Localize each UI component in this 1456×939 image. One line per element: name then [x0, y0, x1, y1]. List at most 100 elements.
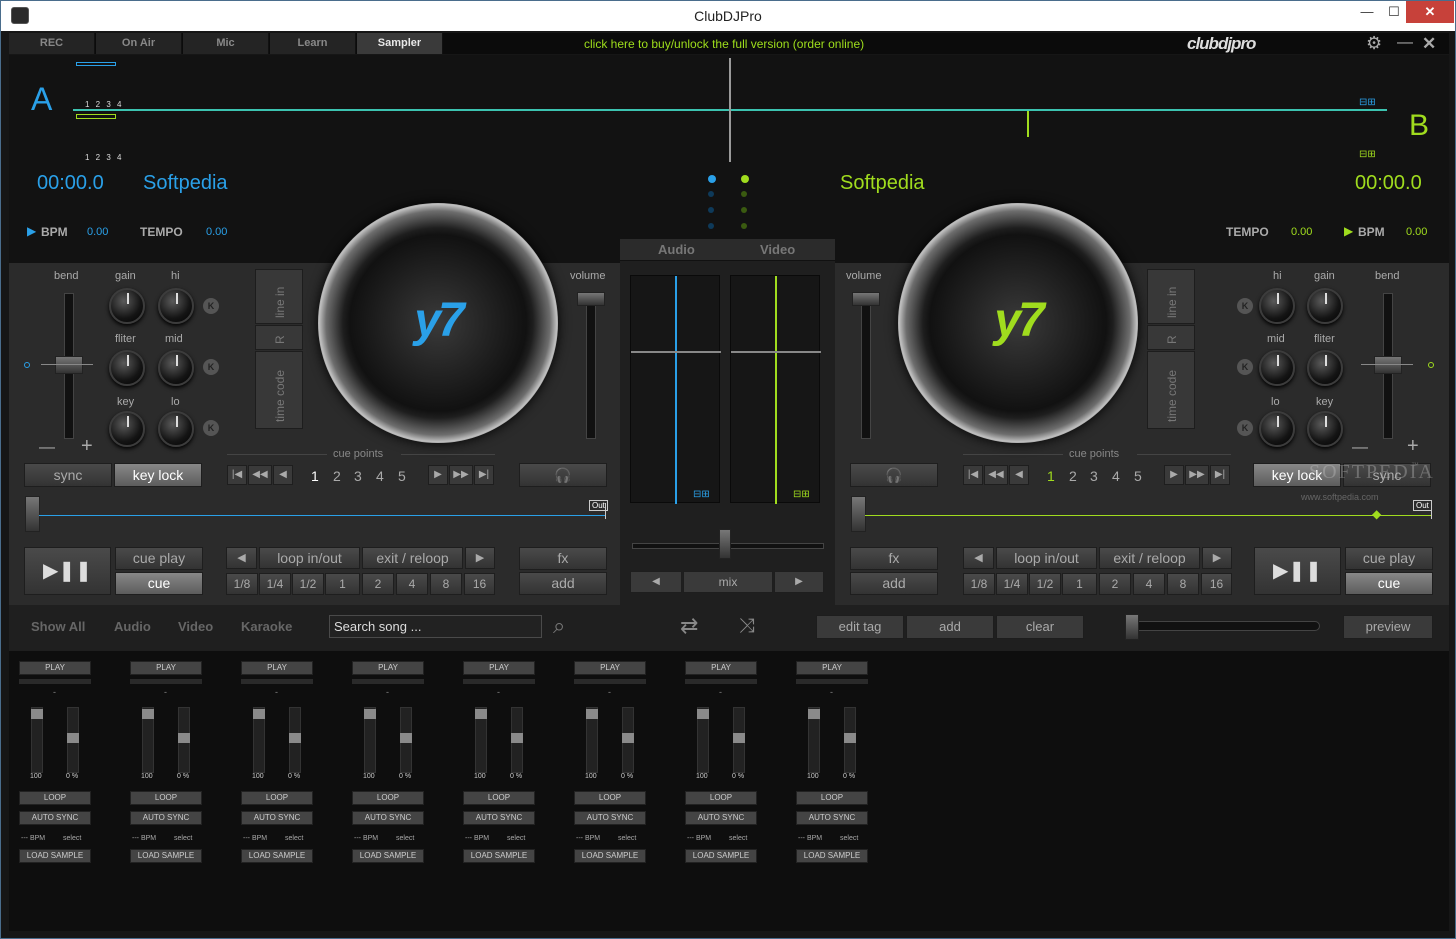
mid-knob-a[interactable]	[158, 350, 194, 386]
sampler-auto-sync-button[interactable]: AUTO SYNC	[796, 811, 868, 825]
loop-next-button-b[interactable]: ▶	[1202, 547, 1232, 569]
cue-point-1-a[interactable]: 1	[311, 468, 319, 484]
cue-last-button-a[interactable]: ▶|	[474, 465, 494, 485]
sampler-load-button[interactable]: LOAD SAMPLE	[796, 849, 868, 863]
library-add-button[interactable]: add	[906, 615, 994, 639]
loop-size-1-b[interactable]: 1	[1062, 573, 1097, 595]
loop-prev-button-b[interactable]: ◀	[963, 547, 994, 569]
cue-point-2-a[interactable]: 2	[333, 468, 341, 484]
cue-next-button-b[interactable]: ▶	[1164, 465, 1184, 485]
sampler-loop-button[interactable]: LOOP	[796, 791, 868, 805]
sampler-play-button[interactable]: PLAY	[685, 661, 757, 675]
sampler-pitch-handle[interactable]	[400, 733, 412, 743]
maximize-button[interactable]: ☐	[1381, 1, 1407, 23]
gain-knob-b[interactable]	[1307, 288, 1343, 324]
volume-slider-a[interactable]	[586, 293, 596, 439]
position-handle-b[interactable]	[851, 496, 866, 532]
sampler-select[interactable]: select	[285, 835, 303, 842]
sampler-play-button[interactable]: PLAY	[463, 661, 535, 675]
sampler-auto-sync-button[interactable]: AUTO SYNC	[19, 811, 91, 825]
sampler-loop-button[interactable]: LOOP	[19, 791, 91, 805]
sampler-play-button[interactable]: PLAY	[574, 661, 646, 675]
filter-knob-b[interactable]	[1307, 350, 1343, 386]
time-code-button-b[interactable]: time code	[1147, 351, 1195, 429]
headphone-cue-button-a[interactable]: 🎧	[519, 463, 607, 487]
mix-right-button[interactable]: ▶	[774, 571, 824, 593]
sampler-play-button[interactable]: PLAY	[796, 661, 868, 675]
sampler-select[interactable]: select	[840, 835, 858, 842]
meter-b-zoom-icon[interactable]: ⊟⊞	[793, 489, 810, 500]
meter-a-fader[interactable]	[631, 351, 721, 353]
hi-knob-b[interactable]	[1259, 288, 1295, 324]
loop-size-1-8-a[interactable]: 1/8	[226, 573, 258, 595]
lib-tab-show-all[interactable]: Show All	[31, 619, 85, 634]
reverse-button-a[interactable]: R	[255, 325, 303, 350]
loop-size-8-b[interactable]: 8	[1167, 573, 1199, 595]
loop-size-2-a[interactable]: 2	[362, 573, 394, 595]
cue-play-button-a[interactable]: cue play	[115, 547, 203, 570]
bend-handle-b[interactable]	[1374, 356, 1402, 374]
cue-rewind-button-a[interactable]: ◀◀	[248, 465, 272, 485]
sampler-loop-button[interactable]: LOOP	[685, 791, 757, 805]
position-track-a[interactable]	[39, 515, 605, 516]
sampler-volume-handle[interactable]	[253, 709, 265, 719]
sampler-volume-handle[interactable]	[364, 709, 376, 719]
fx-button-a[interactable]: fx	[519, 547, 607, 570]
cue-forward-button-b[interactable]: ▶▶	[1185, 465, 1209, 485]
lo-knob-a[interactable]	[158, 411, 194, 447]
meter-b-fader[interactable]	[731, 351, 821, 353]
cue-point-5-b[interactable]: 5	[1134, 468, 1142, 484]
volume-slider-b[interactable]	[861, 293, 871, 439]
sampler-load-button[interactable]: LOAD SAMPLE	[574, 849, 646, 863]
lib-tab-audio[interactable]: Audio	[114, 619, 151, 634]
add-button-b[interactable]: add	[850, 572, 938, 595]
play-pause-button-b[interactable]: ▶❚❚	[1254, 547, 1341, 595]
cue-point-2-b[interactable]: 2	[1069, 468, 1077, 484]
bend-minus-b[interactable]: —	[1352, 439, 1368, 457]
sampler-pitch-handle[interactable]	[733, 733, 745, 743]
sampler-loop-button[interactable]: LOOP	[352, 791, 424, 805]
cue-point-4-b[interactable]: 4	[1112, 468, 1120, 484]
cue-button-b[interactable]: cue	[1345, 572, 1433, 595]
loop-size-1-4-a[interactable]: 1/4	[259, 573, 291, 595]
cue-play-button-b[interactable]: cue play	[1345, 547, 1433, 570]
play-pause-button-a[interactable]: ▶❚❚	[24, 547, 111, 595]
mid-knob-b[interactable]	[1259, 350, 1295, 386]
cue-point-3-a[interactable]: 3	[354, 468, 362, 484]
sampler-select[interactable]: select	[729, 835, 747, 842]
loop-size-1-4-b[interactable]: 1/4	[996, 573, 1028, 595]
fx-button-b[interactable]: fx	[850, 547, 938, 570]
sampler-select[interactable]: select	[174, 835, 192, 842]
cue-forward-button-a[interactable]: ▶▶	[449, 465, 473, 485]
sampler-loop-button[interactable]: LOOP	[463, 791, 535, 805]
position-track-b[interactable]	[865, 515, 1431, 516]
tab-learn[interactable]: Learn	[270, 33, 356, 54]
mixer-audio-tab[interactable]: Audio	[658, 242, 695, 257]
sampler-pitch-handle[interactable]	[289, 733, 301, 743]
bend-minus-a[interactable]: —	[39, 439, 55, 457]
cue-first-button-b[interactable]: |◀	[963, 465, 983, 485]
position-handle-a[interactable]	[25, 496, 40, 532]
time-code-button-a[interactable]: time code	[255, 351, 303, 429]
sampler-loop-button[interactable]: LOOP	[574, 791, 646, 805]
sampler-volume-handle[interactable]	[31, 709, 43, 719]
search-icon[interactable]: ⌕	[553, 613, 565, 639]
filter-knob-a[interactable]	[109, 350, 145, 386]
bend-plus-b[interactable]: +	[1407, 435, 1419, 458]
sampler-select[interactable]: select	[63, 835, 81, 842]
loop-in-out-button-b[interactable]: loop in/out	[996, 547, 1097, 569]
sampler-volume-handle[interactable]	[142, 709, 154, 719]
zoom-a-icon[interactable]: ⊟⊞	[1359, 97, 1376, 108]
cue-point-1-b[interactable]: 1	[1047, 468, 1055, 484]
sampler-pitch-handle[interactable]	[178, 733, 190, 743]
key-knob-b[interactable]	[1307, 411, 1343, 447]
sampler-pitch-handle[interactable]	[844, 733, 856, 743]
close-button[interactable]: ✕	[1406, 1, 1454, 23]
sampler-load-button[interactable]: LOAD SAMPLE	[463, 849, 535, 863]
lo-kill-button-b[interactable]: K	[1237, 420, 1253, 436]
loop-size-1-2-b[interactable]: 1/2	[1029, 573, 1061, 595]
tab-mic[interactable]: Mic	[183, 33, 269, 54]
sampler-pitch-handle[interactable]	[67, 733, 79, 743]
sampler-pitch-handle[interactable]	[511, 733, 523, 743]
edit-tag-button[interactable]: edit tag	[816, 615, 904, 639]
